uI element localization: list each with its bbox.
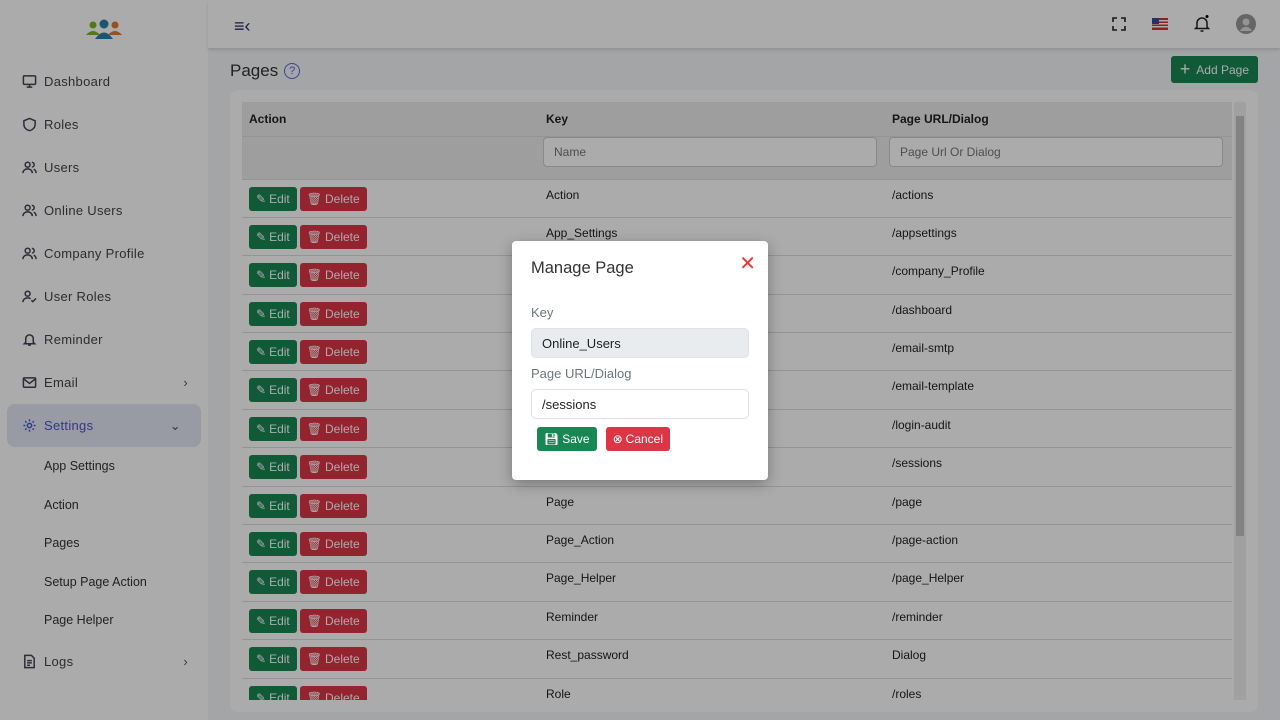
- save-button[interactable]: 💾︎ Save: [537, 427, 597, 451]
- save-label: Save: [562, 432, 590, 446]
- cancel-button[interactable]: ⊗ Cancel: [605, 427, 671, 451]
- cancel-circle-icon: ⊗: [612, 432, 623, 446]
- url-label: Page URL/Dialog: [531, 366, 632, 381]
- url-field[interactable]: /sessions: [531, 389, 749, 419]
- dialog-title: Manage Page: [531, 259, 634, 277]
- key-label: Key: [531, 305, 554, 320]
- cancel-label: Cancel: [625, 432, 664, 446]
- close-icon[interactable]: ✕: [739, 251, 756, 276]
- save-icon: 💾︎: [544, 432, 560, 446]
- manage-page-dialog: Manage Page ✕ Key Online_Users Page URL/…: [512, 241, 768, 480]
- key-field: Online_Users: [531, 328, 749, 358]
